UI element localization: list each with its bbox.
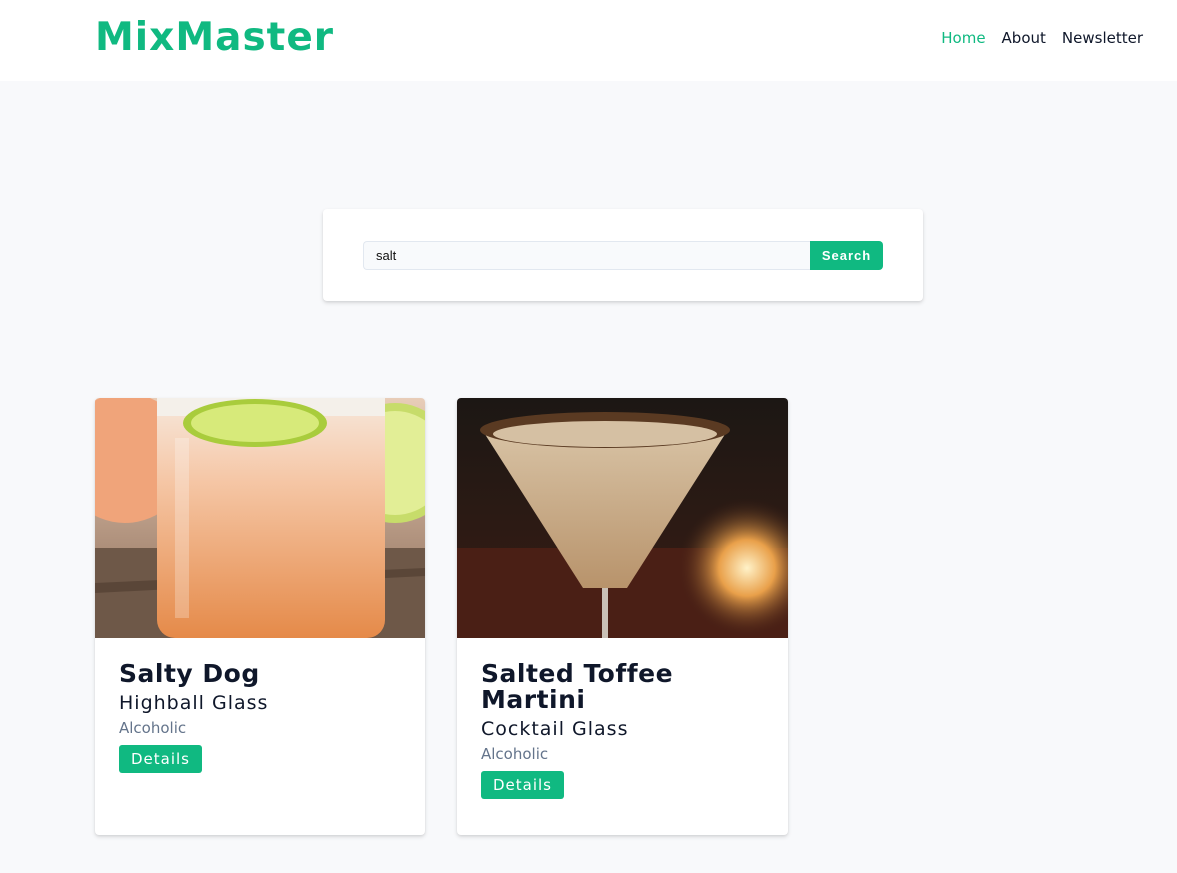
nav-newsletter-link[interactable]: Newsletter — [1062, 28, 1143, 48]
cocktail-glass: Highball Glass — [119, 692, 269, 714]
navbar: MixMaster Home About Newsletter — [0, 0, 1177, 81]
brand-logo[interactable]: MixMaster — [95, 14, 334, 62]
cocktail-name: Salted Toffee Martini — [481, 659, 674, 714]
details-button[interactable]: Details — [119, 745, 203, 773]
cocktail-info: Alcoholic — [481, 745, 549, 763]
cocktail-card: Salted Toffee Martini Cocktail Glass Alc… — [457, 398, 788, 835]
search-input[interactable] — [363, 241, 810, 270]
cocktail-image — [457, 398, 788, 638]
cocktail-info: Alcoholic — [119, 719, 187, 737]
cocktail-image — [95, 398, 425, 638]
cocktail-card: Salty Dog Highball Glass Alcoholic Detai… — [95, 398, 425, 835]
search-form: Search — [323, 209, 923, 301]
cocktail-glass: Cocktail Glass — [481, 718, 629, 740]
card-body: Salty Dog Highball Glass Alcoholic Detai… — [95, 661, 425, 773]
nav-links: Home About Newsletter — [941, 28, 1143, 48]
nav-about-link[interactable]: About — [1002, 28, 1046, 48]
details-button[interactable]: Details — [481, 771, 565, 799]
cocktail-name: Salty Dog — [119, 659, 260, 688]
nav-home-link[interactable]: Home — [941, 28, 985, 48]
card-body: Salted Toffee Martini Cocktail Glass Alc… — [457, 661, 788, 799]
search-button[interactable]: Search — [810, 241, 883, 270]
